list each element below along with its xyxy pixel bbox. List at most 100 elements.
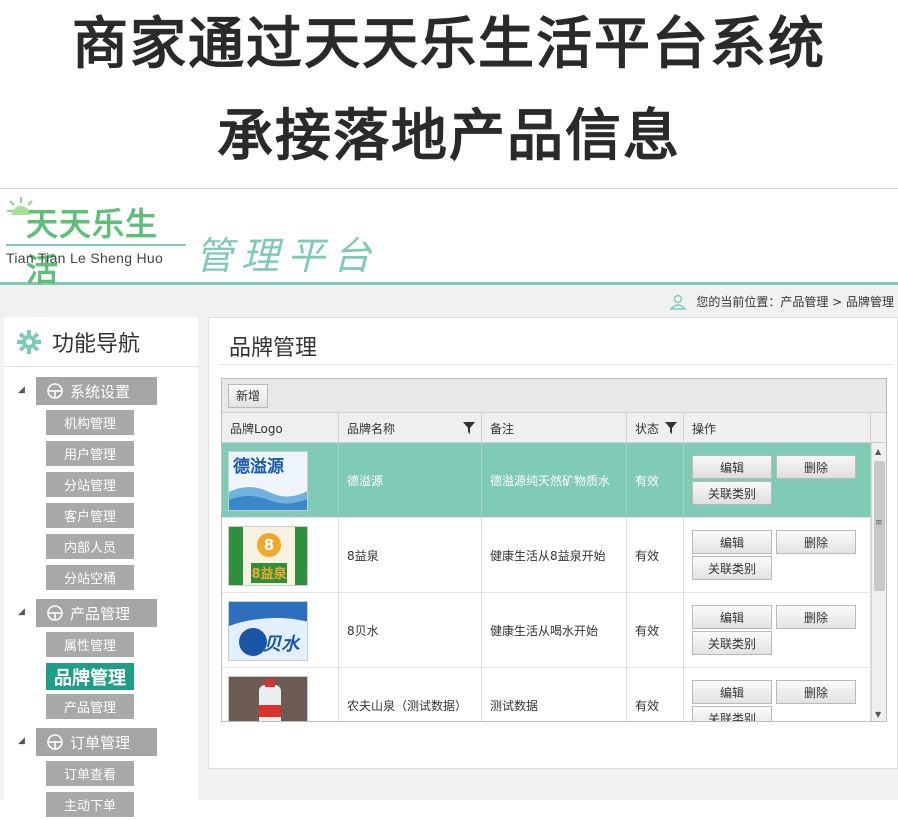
relate-category-button[interactable]: 关联类别 [692, 481, 772, 505]
logo-divider [6, 244, 186, 246]
status-cell: 有效 [627, 518, 684, 593]
table-row[interactable]: 农夫山泉（测试数据） 测试数据 有效 编辑 删除 关联类别 [222, 668, 871, 721]
nav-item-label[interactable]: 产品管理 [46, 694, 134, 719]
title-divider [219, 364, 893, 365]
nav-group-label[interactable]: 产品管理 [36, 599, 157, 627]
nav-group-label[interactable]: 系统设置 [36, 377, 157, 405]
brand-logo-image: 8贝水 [228, 600, 308, 661]
nav-item-label[interactable]: 订单查看 [46, 761, 134, 786]
delete-button[interactable]: 删除 [776, 455, 856, 479]
brand-logo[interactable]: 天天乐生活 Tian Tian Le Sheng Huo [4, 193, 189, 289]
nav-item-org[interactable]: 机构管理 [4, 407, 198, 438]
nav-group-text: 产品管理 [70, 604, 131, 623]
nav-item-label[interactable]: 分站空桶 [46, 565, 134, 590]
platform-title: 管理平台 [195, 234, 380, 278]
table-row[interactable]: 德溢源 德溢源 德溢源纯天然矿物质水 有效 编辑 删除 关联类别 [222, 443, 871, 518]
collapse-arrow-icon[interactable]: ◢ [18, 385, 25, 395]
table-row[interactable]: 8 8益泉 8益泉 健康生活从8益泉开始 有效 编辑 删除 关联类别 [222, 518, 871, 593]
grid-header: 品牌Logo 品牌名称 备注 状态 操作 [222, 413, 886, 443]
nav-group-product-management[interactable]: ◢ 产品管理 [4, 597, 198, 629]
brand-name-cell: 农夫山泉（测试数据） [339, 668, 482, 721]
nav-item-label[interactable]: 分站管理 [46, 472, 134, 497]
nav-item-view-orders[interactable]: 订单查看 [4, 758, 198, 789]
nav-group-system-settings[interactable]: ◢ 系统设置 [4, 375, 198, 407]
actions-cell: 编辑 删除 关联类别 [684, 593, 871, 668]
delete-button[interactable]: 删除 [776, 680, 856, 704]
scroll-grip-icon: ≡ [875, 518, 883, 528]
nav-item-customers[interactable]: 客户管理 [4, 500, 198, 531]
nav-item-substations[interactable]: 分站管理 [4, 469, 198, 500]
remark-cell: 健康生活从喝水开始 [482, 593, 627, 668]
nav-group-text: 订单管理 [70, 733, 131, 752]
nav-item-place-order[interactable]: 主动下单 [4, 789, 198, 820]
brand-name-cell: 8贝水 [339, 593, 482, 668]
edit-button[interactable]: 编辑 [692, 605, 772, 629]
nav-item-label[interactable]: 内部人员 [46, 534, 134, 559]
brand-name-cell: 8益泉 [339, 518, 482, 593]
column-header-actions: 操作 [684, 413, 871, 443]
vertical-scrollbar[interactable]: ▲ ≡ ▼ [871, 443, 886, 721]
status-cell: 有效 [627, 668, 684, 721]
actions-cell: 编辑 删除 关联类别 [684, 668, 871, 721]
actions-cell: 编辑 删除 关联类别 [684, 518, 871, 593]
caption-line-2: 承接落地产品信息 [217, 104, 681, 169]
nav-item-brands[interactable]: 品牌管理 [4, 660, 198, 691]
delete-button[interactable]: 删除 [776, 605, 856, 629]
nav-title: 功能导航 [52, 331, 141, 357]
nav-item-label-active[interactable]: 品牌管理 [46, 663, 134, 690]
app-header: 天天乐生活 Tian Tian Le Sheng Huo 管理平台 [0, 189, 898, 289]
column-header-remark[interactable]: 备注 [482, 413, 627, 443]
nav-group-order-management[interactable]: ◢ 订单管理 [4, 726, 198, 758]
remark-cell: 健康生活从8益泉开始 [482, 518, 627, 593]
logo-cell [222, 668, 339, 721]
scroll-down-arrow-icon[interactable]: ▼ [875, 710, 881, 719]
collapse-arrow-icon[interactable]: ◢ [18, 607, 25, 617]
delete-button[interactable]: 删除 [776, 530, 856, 554]
nav-item-users[interactable]: 用户管理 [4, 438, 198, 469]
nav-item-empty-buckets[interactable]: 分站空桶 [4, 562, 198, 593]
nav-item-products[interactable]: 产品管理 [4, 691, 198, 722]
column-header-logo[interactable]: 品牌Logo [222, 413, 339, 443]
nav-item-attributes[interactable]: 属性管理 [4, 629, 198, 660]
filter-icon[interactable] [463, 422, 475, 434]
nav-item-label[interactable]: 用户管理 [46, 441, 134, 466]
edit-button[interactable]: 编辑 [692, 680, 772, 704]
scroll-up-arrow-icon[interactable]: ▲ [875, 447, 881, 456]
remark-cell: 德溢源纯天然矿物质水 [482, 443, 627, 518]
relate-category-button[interactable]: 关联类别 [692, 631, 772, 655]
module-icon [47, 734, 63, 750]
relate-category-button[interactable]: 关联类别 [692, 706, 772, 721]
column-label: 品牌名称 [347, 421, 396, 436]
status-cell: 有效 [627, 593, 684, 668]
brand-logo-text: 德溢源 [233, 456, 284, 477]
nav-item-label[interactable]: 机构管理 [46, 410, 134, 435]
breadcrumb-text: 您的当前位置：产品管理 > 品牌管理 [696, 295, 894, 309]
location-person-icon [669, 294, 687, 310]
module-icon [47, 605, 63, 621]
brand-logo-text: 8贝水 [250, 634, 302, 655]
column-header-status[interactable]: 状态 [627, 413, 684, 443]
nav-item-label[interactable]: 主动下单 [46, 792, 134, 817]
breadcrumb: 您的当前位置：产品管理 > 品牌管理 [668, 293, 894, 310]
edit-button[interactable]: 编辑 [692, 455, 772, 479]
edit-button[interactable]: 编辑 [692, 530, 772, 554]
gear-icon [17, 329, 41, 354]
relate-category-button[interactable]: 关联类别 [692, 556, 772, 580]
nav-item-label[interactable]: 属性管理 [46, 632, 134, 657]
add-button[interactable]: 新增 [228, 383, 269, 408]
header-spacer [871, 413, 886, 443]
brand-logo-image: 德溢源 [228, 450, 308, 511]
logo-english-text: Tian Tian Le Sheng Huo [6, 250, 164, 266]
column-label: 备注 [490, 421, 515, 436]
collapse-arrow-icon[interactable]: ◢ [18, 736, 25, 746]
column-header-name[interactable]: 品牌名称 [339, 413, 482, 443]
brand-logo-text: 8益泉 [251, 566, 287, 582]
nav-item-staff[interactable]: 内部人员 [4, 531, 198, 562]
filter-icon[interactable] [665, 422, 677, 434]
column-label: 操作 [692, 421, 717, 436]
status-cell: 有效 [627, 443, 684, 518]
grid-body: 德溢源 德溢源 德溢源纯天然矿物质水 有效 编辑 删除 关联类别 8 8益泉 8… [222, 443, 871, 721]
table-row[interactable]: 8贝水 8贝水 健康生活从喝水开始 有效 编辑 删除 关联类别 [222, 593, 871, 668]
nav-group-label[interactable]: 订单管理 [36, 728, 157, 756]
nav-item-label[interactable]: 客户管理 [46, 503, 134, 528]
